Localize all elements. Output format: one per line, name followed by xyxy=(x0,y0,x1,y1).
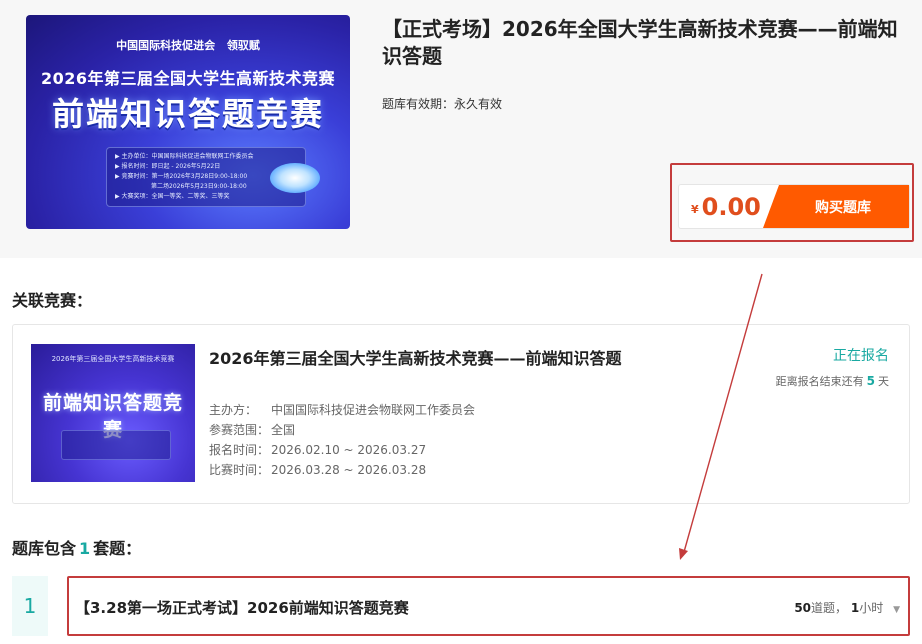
banner-headline: 2026年第三届全国大学生高新技术竞赛 xyxy=(40,69,336,88)
banner-info-line: ▶ 大赛奖项：全国一等奖、二等奖、三等奖 xyxy=(115,193,230,200)
question-set-index: 1 xyxy=(12,576,48,636)
question-set-row[interactable]: 1 【3.28第一场正式考试】2026前端知识答题竞赛 50道题， 1小时 ▼ xyxy=(12,576,910,636)
banner-info-line: ▶ 报名时间：即日起 - 2026年5月22日 xyxy=(115,163,221,170)
question-set-title[interactable]: 【3.28第一场正式考试】2026前端知识答题竞赛 xyxy=(75,597,409,618)
validity-value: 永久有效 xyxy=(454,97,503,111)
banner-info-line: 第二场2026年5月23日9:00-18:00 xyxy=(115,183,247,190)
related-competition-card[interactable]: 2026年第三届全国大学生高新技术竞赛 前端知识答题竞赛 2026年第三届全国大… xyxy=(12,324,910,504)
registration-status: 正在报名 xyxy=(833,348,889,364)
banner-info-line: ▶ 主办单位：中国国际科技促进会物联网工作委员会 xyxy=(115,153,254,160)
related-competition-heading: 关联竞赛： xyxy=(12,291,93,310)
meta-registration-time: 报名时间： 2026.02.10 ~ 2026.03.27 xyxy=(209,443,427,457)
product-title: 【正式考场】2026年全国大学生高新技术竞赛——前端知识答题 xyxy=(382,17,898,68)
expand-caret-icon[interactable]: ▼ xyxy=(893,605,900,615)
banner-glow-disc xyxy=(270,163,320,193)
validity-label: 题库有效期： xyxy=(382,97,455,111)
thumbnail-info-box xyxy=(61,430,171,460)
question-sets-heading: 题库包含 1 套题： xyxy=(12,539,142,558)
thumbnail-headline: 2026年第三届全国大学生高新技术竞赛 xyxy=(51,355,175,363)
question-count: 50 xyxy=(794,601,812,615)
brand-logo: 领驭赋 xyxy=(226,39,260,52)
price-value: 0.00 xyxy=(701,193,761,221)
purchase-highlight-box: ¥0.00 购买题库 xyxy=(670,163,914,242)
competition-thumbnail[interactable]: 2026年第三届全国大学生高新技术竞赛 前端知识答题竞赛 xyxy=(31,344,195,482)
meta-competition-time: 比赛时间： 2026.03.28 ~ 2026.03.28 xyxy=(209,463,427,477)
price: ¥0.00 xyxy=(691,193,761,221)
question-set-highlight-box[interactable]: 【3.28第一场正式考试】2026前端知识答题竞赛 50道题， 1小时 ▼ xyxy=(67,576,910,636)
meta-scope: 参赛范围： 全国 xyxy=(209,423,296,437)
buy-question-bank-button[interactable]: 购买题库 xyxy=(763,185,909,228)
validity-info: 题库有效期：永久有效 xyxy=(382,95,502,112)
banner-main-title: 前端知识答题竞赛 xyxy=(51,95,324,133)
org-logo: 中国国际科技促进会 xyxy=(116,39,216,52)
question-sets-count: 1 xyxy=(79,539,91,558)
competition-name[interactable]: 2026年第三届全国大学生高新技术竞赛——前端知识答题 xyxy=(209,345,622,369)
countdown-days: 5 xyxy=(866,374,875,388)
competition-banner-image: 中国国际科技促进会 领驭赋 2026年第三届全国大学生高新技术竞赛 前端知识答题… xyxy=(26,15,350,229)
currency-symbol: ¥ xyxy=(691,203,699,216)
registration-countdown: 距离报名结束还有 5 天 xyxy=(775,374,889,388)
price-panel: ¥0.00 购买题库 xyxy=(678,184,910,229)
duration-value: 1 xyxy=(850,601,860,615)
question-set-meta[interactable]: 50道题， 1小时 ▼ xyxy=(794,599,900,616)
meta-organizer: 主办方： 中国国际科技促进会物联网工作委员会 xyxy=(209,403,476,417)
product-header: 中国国际科技促进会 领驭赋 2026年第三届全国大学生高新技术竞赛 前端知识答题… xyxy=(0,0,922,258)
